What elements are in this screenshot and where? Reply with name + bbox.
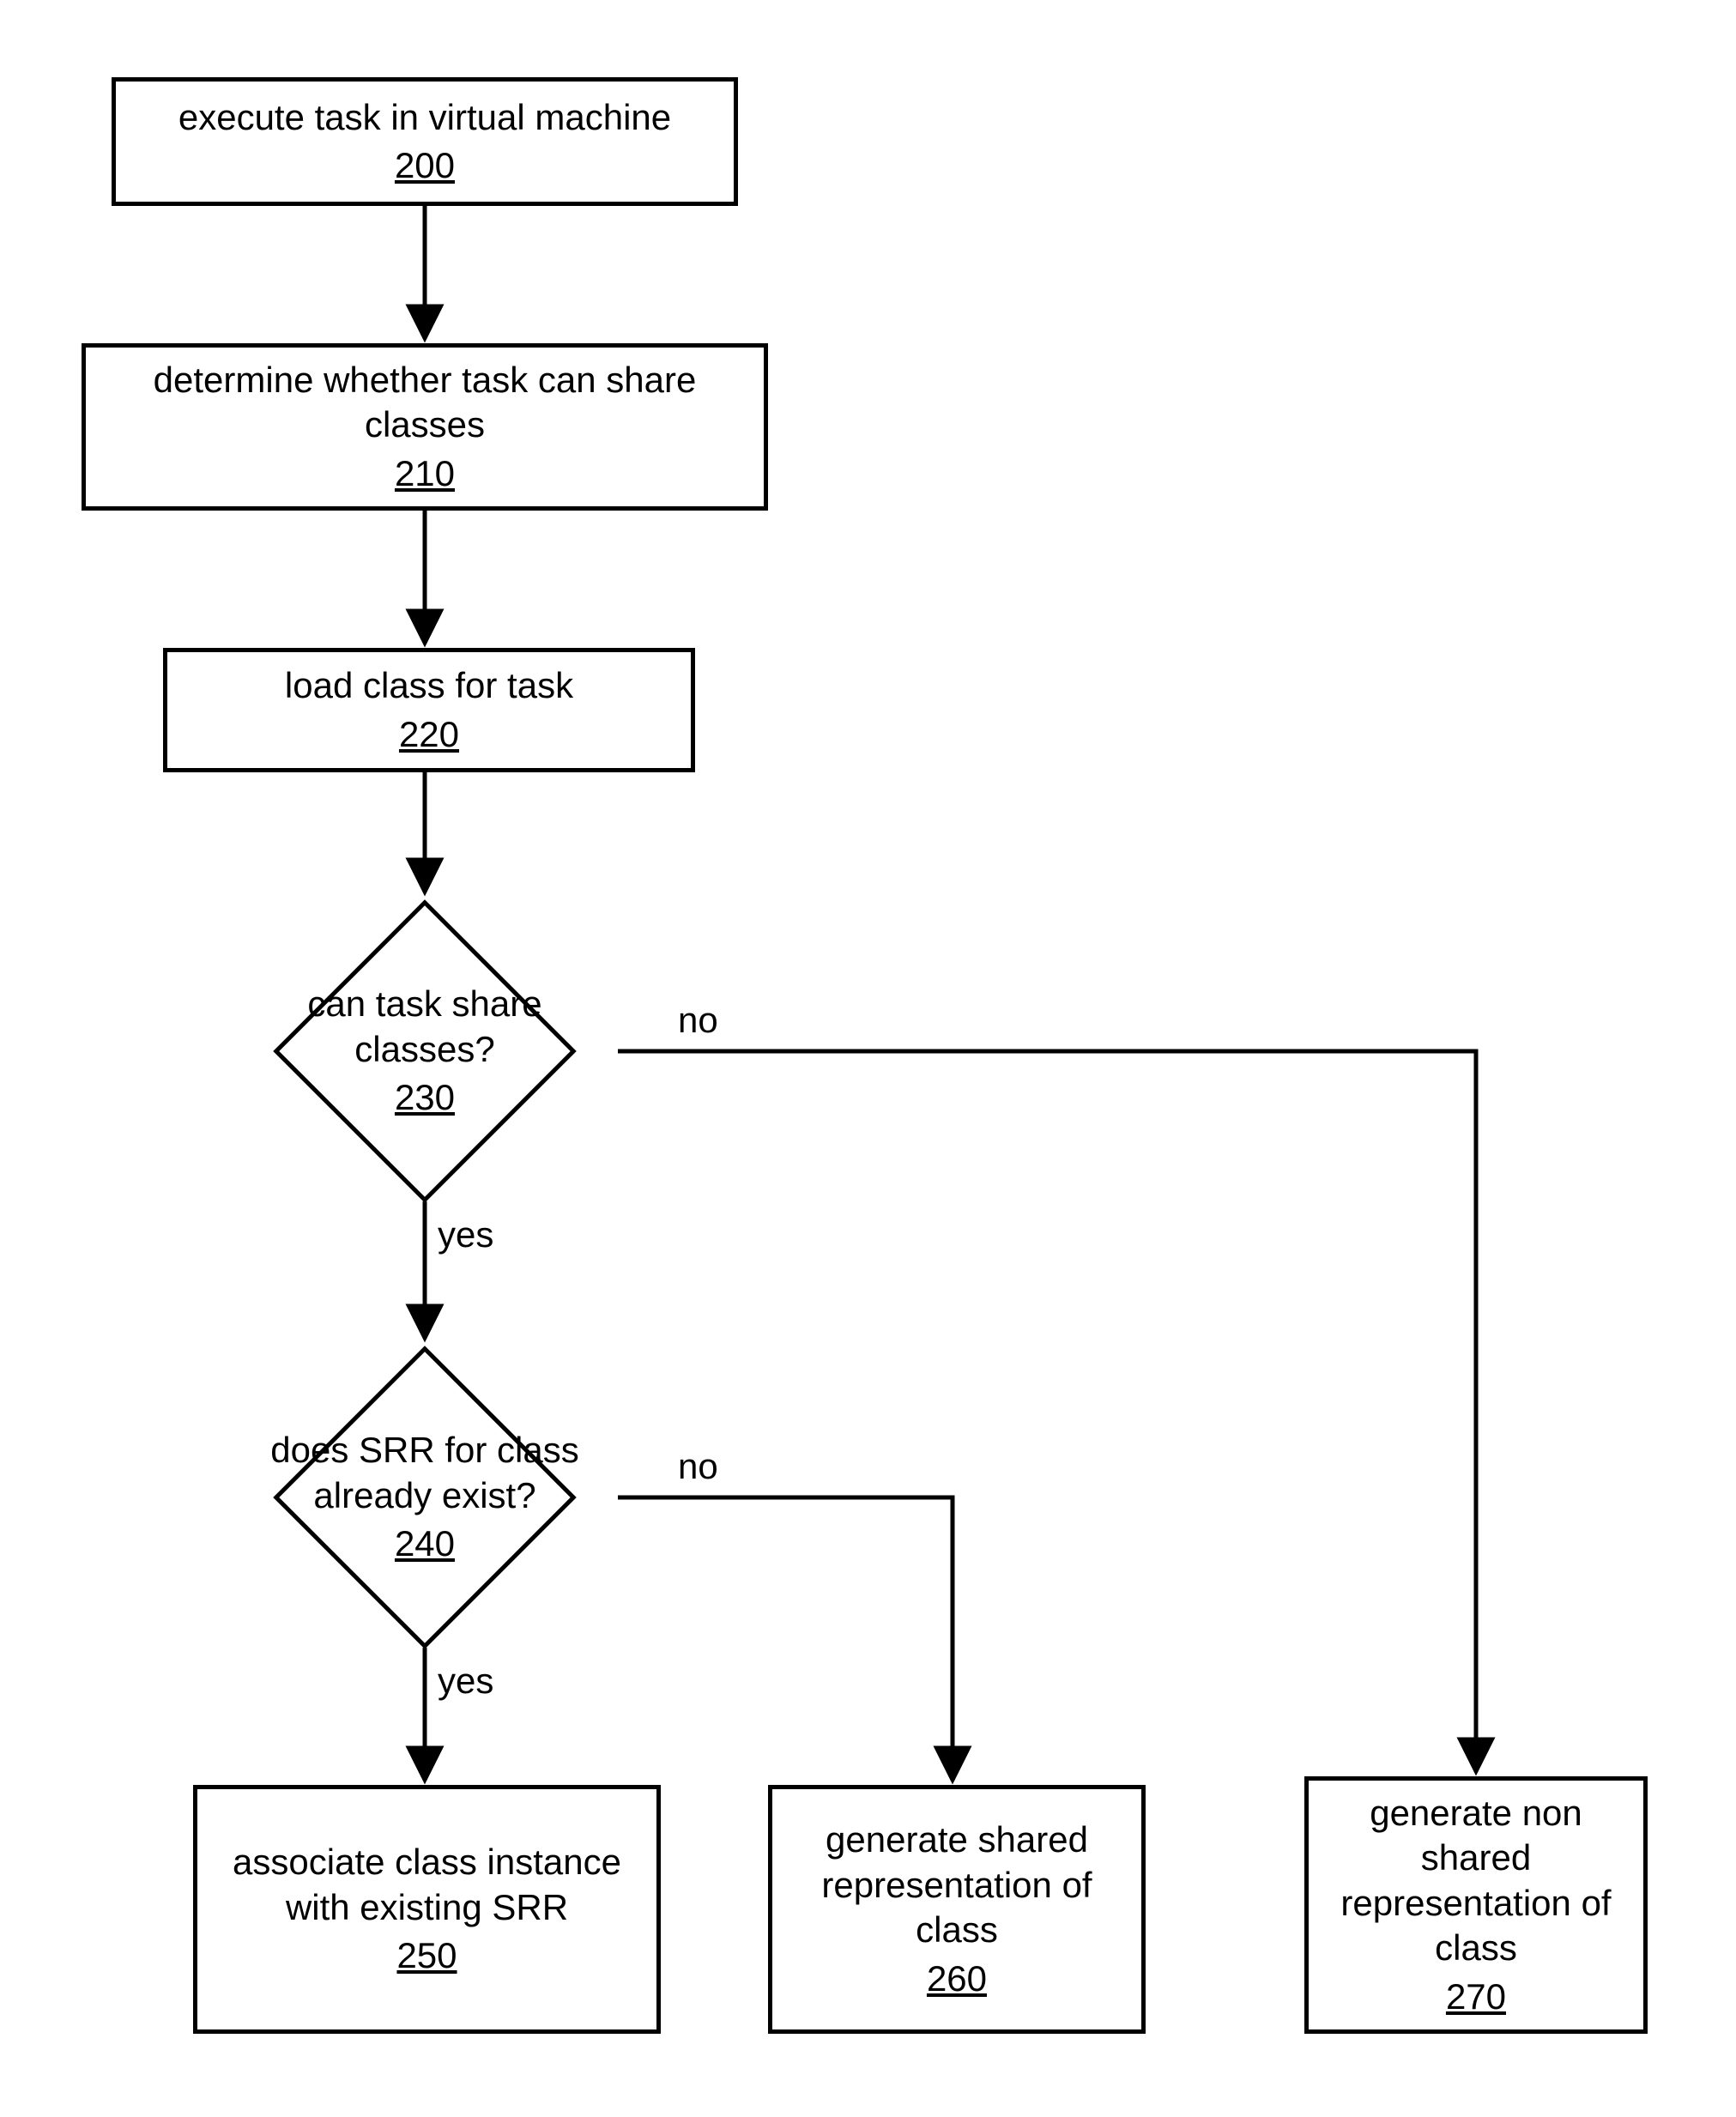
node-ref: 220	[399, 712, 459, 758]
process-execute-task: execute task in virtual machine 200	[112, 77, 738, 206]
node-text: load class for task	[285, 663, 573, 709]
node-text: determine whether task can share classes	[94, 358, 755, 448]
flowchart-canvas: execute task in virtual machine 200 dete…	[0, 0, 1736, 2117]
node-ref: 260	[927, 1957, 987, 2002]
label-yes-240: yes	[438, 1660, 493, 1702]
label-no-240: no	[678, 1446, 718, 1487]
node-ref: 240	[395, 1521, 455, 1567]
node-ref: 270	[1446, 1975, 1506, 2020]
decision-can-share: can task share classes? 230	[318, 944, 532, 1158]
node-ref: 200	[395, 143, 455, 189]
process-generate-shared: generate shared representation of class …	[768, 1785, 1146, 2034]
process-generate-nonshared: generate non shared representation of cl…	[1304, 1776, 1648, 2034]
decision-srr-exists: does SRR for class already exist? 240	[318, 1390, 532, 1605]
node-text: generate non shared representation of cl…	[1317, 1791, 1635, 1971]
node-text: execute task in virtual machine	[178, 95, 671, 141]
node-text: associate class instance with existing S…	[206, 1840, 648, 1930]
label-yes-230: yes	[438, 1214, 493, 1255]
node-ref: 230	[395, 1075, 455, 1121]
label-no-230: no	[678, 1000, 718, 1041]
process-load-class: load class for task 220	[163, 648, 695, 772]
node-text: can task share classes?	[264, 982, 586, 1072]
node-text: does SRR for class already exist?	[264, 1428, 586, 1518]
process-associate-srr: associate class instance with existing S…	[193, 1785, 661, 2034]
process-determine-share: determine whether task can share classes…	[82, 343, 768, 511]
node-text: generate shared representation of class	[781, 1818, 1133, 1953]
node-ref: 250	[396, 1933, 457, 1979]
node-ref: 210	[395, 451, 455, 497]
